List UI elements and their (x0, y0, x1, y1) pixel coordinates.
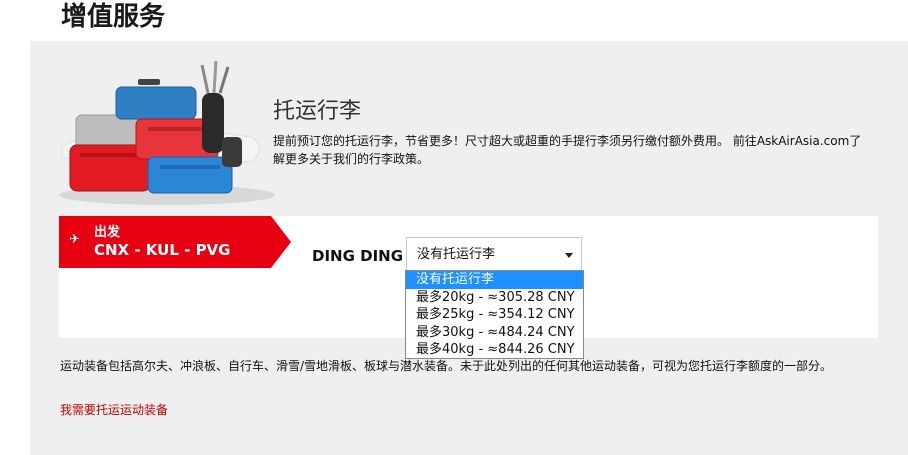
sports-equipment-link[interactable]: 我需要托运运动装备 (60, 402, 168, 419)
baggage-panel: 托运行李 提前预订您的托运行李，节省更多！尺寸超大或超重的手提行李须另行缴付额外… (30, 41, 908, 455)
flight-tag: ✈ 出发 CNX - KUL - PVG (59, 216, 291, 268)
chevron-down-icon (565, 253, 573, 258)
flight-route: CNX - KUL - PVG (94, 241, 231, 259)
departure-label: 出发 (94, 225, 121, 240)
sports-equipment-note: 运动装备包括高尔夫、冲浪板、自行车、滑雪/雪地滑板、板球与潜水装备。未于此处列出… (60, 359, 833, 373)
section-title: 托运行李 (273, 99, 362, 124)
baggage-select[interactable]: 没有托运行李 (406, 237, 582, 271)
baggage-dropdown-list[interactable]: 没有托运行李 最多20kg - ≈305.28 CNY 最多25kg - ≈35… (405, 270, 584, 359)
baggage-option-none[interactable]: 没有托运行李 (406, 271, 583, 289)
section-description: 提前预订您的托运行李，节省更多！尺寸超大或超重的手提行李须另行缴付额外费用。 前… (273, 134, 862, 166)
luggage-illustration (59, 60, 275, 205)
baggage-select-value: 没有托运行李 (417, 247, 496, 262)
baggage-option-40kg[interactable]: 最多40kg - ≈844.26 CNY (406, 341, 583, 359)
baggage-option-30kg[interactable]: 最多30kg - ≈484.24 CNY (406, 324, 583, 342)
baggage-option-25kg[interactable]: 最多25kg - ≈354.12 CNY (406, 306, 583, 324)
page-title: 增值服务 (61, 2, 166, 32)
plane-icon: ✈ (69, 232, 80, 247)
baggage-option-20kg[interactable]: 最多20kg - ≈305.28 CNY (406, 289, 583, 307)
passenger-name: DING DING (312, 247, 404, 265)
